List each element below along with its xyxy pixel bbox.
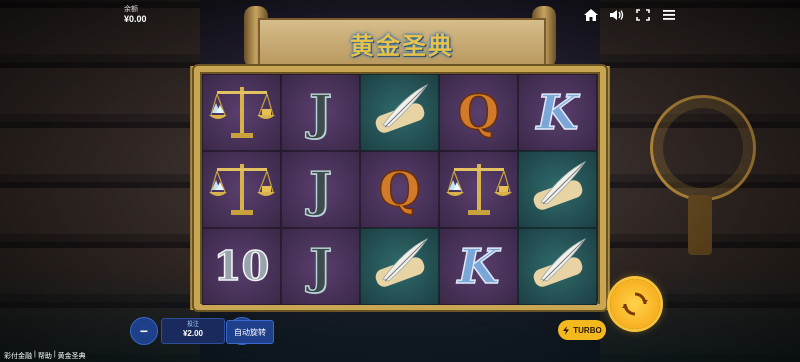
reel-3-row-3 [360, 228, 439, 305]
lightning-icon [563, 325, 570, 335]
reel-3-row-2: Q [360, 151, 439, 228]
turbo-label: TURBO [573, 325, 602, 335]
home-button[interactable] [578, 6, 604, 24]
footer-help-link[interactable]: 帮助 [38, 351, 52, 361]
balance-value: ¥0.00 [124, 14, 147, 24]
symbol-j: J [308, 161, 332, 219]
balance-display: 余额 ¥0.00 [124, 4, 147, 24]
home-icon [584, 9, 598, 21]
symbol-k: K [536, 84, 579, 142]
symbol-q: Q [378, 161, 421, 219]
quill-scroll-icon [533, 238, 586, 287]
quill-scroll-icon [375, 238, 428, 287]
bet-display: 投注 ¥2.00 [161, 318, 225, 344]
symbol-q: Q [457, 84, 500, 142]
footer-links: 彩付金融 | 帮助 | 黄金圣典 [4, 351, 86, 361]
bet-value: ¥2.00 [182, 329, 204, 338]
spin-button[interactable] [610, 279, 660, 329]
reel-1-row-2 [202, 151, 281, 228]
reel-5-row-2 [518, 151, 597, 228]
reels-frame: J Q K J Q 10 J K [194, 66, 606, 310]
control-bar: − 投注 ¥2.00 + 自动旋转 TURBO [0, 312, 800, 362]
sound-button[interactable] [604, 6, 630, 24]
footer-separator: | [53, 351, 56, 358]
reel-2-row-3: J [281, 228, 360, 305]
symbol-10: 10 [213, 242, 270, 291]
reel-2-row-2: J [281, 151, 360, 228]
autospin-button[interactable]: 自动旋转 [226, 320, 274, 344]
symbol-j: J [308, 238, 332, 296]
bet-label: 投注 [186, 322, 199, 328]
reels-grid: J Q K J Q 10 J K [202, 74, 597, 305]
speaker-icon [610, 10, 624, 20]
symbol-k: K [457, 238, 500, 296]
quill-scroll-icon [375, 84, 428, 133]
reel-4-row-1: Q [439, 74, 518, 151]
reel-1-row-3: 10 [202, 228, 281, 305]
footer-game-link[interactable]: 黄金圣典 [58, 351, 86, 361]
reel-2-row-1: J [281, 74, 360, 151]
fullscreen-button[interactable] [630, 6, 656, 24]
reel-3-row-1 [360, 74, 439, 151]
scales-icon [208, 87, 275, 138]
spin-icon [622, 292, 648, 316]
quill-scroll-icon [533, 161, 586, 210]
scales-icon [208, 164, 275, 215]
reel-4-row-3: K [439, 228, 518, 305]
symbol-j: J [308, 84, 332, 142]
game-title: 黄金圣典 [350, 31, 454, 60]
reel-1-row-1 [202, 74, 281, 151]
bet-decrease-button[interactable]: − [130, 317, 158, 345]
turbo-button[interactable]: TURBO [558, 320, 606, 340]
top-toolbar [578, 6, 682, 24]
fullscreen-icon [636, 9, 650, 21]
footer-separator: | [34, 351, 36, 358]
reel-5-row-1: K [518, 74, 597, 151]
title-banner: 黄金圣典 [258, 18, 546, 68]
menu-button[interactable] [656, 6, 682, 24]
reel-5-row-3 [518, 228, 597, 305]
menu-icon [663, 10, 675, 20]
footer-brand-link[interactable]: 彩付金融 [4, 351, 32, 361]
balance-label: 余额 [124, 6, 138, 13]
scales-icon [445, 164, 512, 215]
reel-4-row-2 [439, 151, 518, 228]
